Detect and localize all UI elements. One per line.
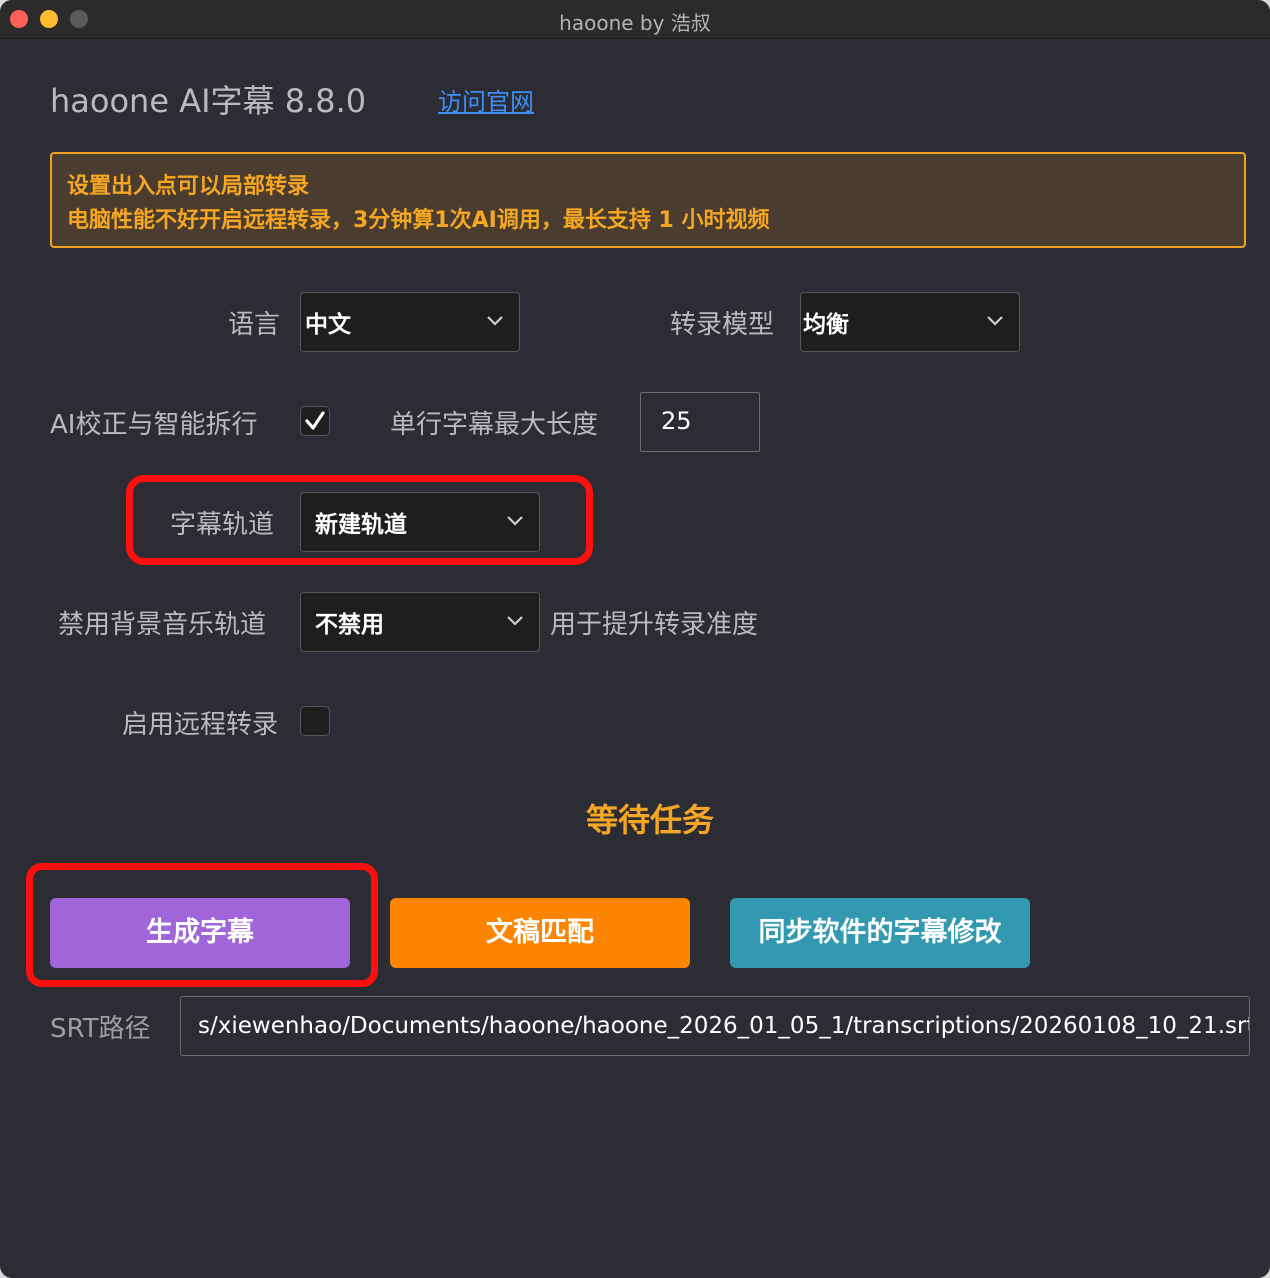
language-label: 语言: [228, 310, 281, 340]
language-select[interactable]: 中文: [300, 292, 520, 352]
track-select[interactable]: 新建轨道: [300, 492, 540, 552]
max-length-input[interactable]: 25: [640, 392, 760, 452]
window-title: haoone by 浩叔: [559, 11, 711, 35]
generate-subtitles-button[interactable]: 生成字幕: [50, 898, 350, 968]
task-status: 等待任务: [585, 801, 714, 839]
model-select[interactable]: 均衡: [800, 292, 1020, 352]
chevron-down-icon: [507, 516, 523, 526]
notice-line-2: 电脑性能不好开启远程转录，3分钟算1次AI调用，最长支持 1 小时视频: [67, 208, 770, 233]
script-match-button[interactable]: 文稿匹配: [390, 898, 690, 968]
title-bar: haoone by 浩叔: [0, 0, 1270, 39]
language-select-value: 中文: [305, 312, 351, 338]
checkmark-icon: [305, 411, 325, 430]
chevron-down-icon: [507, 616, 523, 626]
bgm-hint: 用于提升转录准度: [550, 610, 759, 640]
bgm-label: 禁用背景音乐轨道: [58, 610, 267, 640]
model-label: 转录模型: [670, 310, 775, 340]
remote-label: 启用远程转录: [122, 710, 279, 740]
notice-banner: 设置出入点可以局部转录 电脑性能不好开启远程转录，3分钟算1次AI调用，最长支持…: [50, 152, 1246, 248]
sync-edits-button[interactable]: 同步软件的字幕修改: [730, 898, 1030, 968]
track-label: 字幕轨道: [170, 510, 275, 540]
max-length-label: 单行字幕最大长度: [390, 410, 599, 440]
chevron-down-icon: [487, 316, 503, 326]
chevron-down-icon: [987, 316, 1003, 326]
srt-path-field[interactable]: s/xiewenhao/Documents/haoone/haoone_2026…: [180, 996, 1250, 1056]
visit-website-link[interactable]: 访问官网: [438, 82, 534, 117]
notice-line-1: 设置出入点可以局部转录: [67, 174, 310, 199]
model-select-value: 均衡: [803, 312, 849, 338]
bgm-select[interactable]: 不禁用: [300, 592, 540, 652]
app-title: haoone AI字幕 8.8.0: [50, 82, 367, 120]
remote-checkbox[interactable]: [300, 706, 330, 736]
app-window: haoone by 浩叔 haoone AI字幕 8.8.0 访问官网 设置出入…: [0, 0, 1270, 1278]
ai-correct-label: AI校正与智能拆行: [50, 410, 258, 440]
track-select-value: 新建轨道: [315, 512, 407, 538]
srt-path-label: SRT路径: [50, 1014, 151, 1044]
bgm-select-value: 不禁用: [315, 612, 384, 638]
ai-correct-checkbox[interactable]: [300, 406, 330, 436]
